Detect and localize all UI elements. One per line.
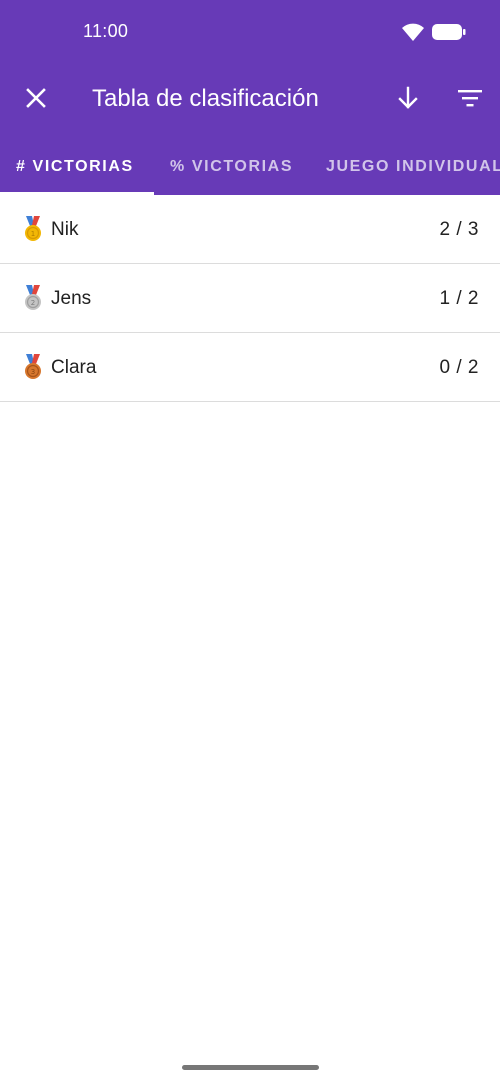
player-name: Jens <box>51 288 92 309</box>
leaderboard-row[interactable]: 2 Jens 1 / 2 <box>0 264 500 333</box>
arrow-down-icon <box>397 86 419 115</box>
svg-text:1: 1 <box>31 230 35 238</box>
svg-text:2: 2 <box>31 299 35 307</box>
filter-icon <box>458 89 482 112</box>
status-time: 11:00 <box>83 21 129 41</box>
app-bar: 11:00 Tabla de clasificación # VICTORIAS… <box>0 0 500 195</box>
toolbar: Tabla de clasificación <box>0 62 500 138</box>
close-button[interactable] <box>12 76 60 124</box>
sort-button[interactable] <box>384 76 432 124</box>
silver-medal-icon: 2 <box>23 285 43 311</box>
tab-bar: # VICTORIAS % VICTORIAS JUEGO INDIVIDUAL <box>0 138 500 195</box>
leaderboard-row[interactable]: 1 Nik 2 / 3 <box>0 195 500 264</box>
player-score: 2 / 3 <box>439 219 479 240</box>
page-title: Tabla de clasificación <box>92 85 319 112</box>
battery-icon <box>432 23 466 46</box>
tab-number-of-wins[interactable]: # VICTORIAS <box>16 138 134 195</box>
player-name: Nik <box>51 219 79 240</box>
close-icon <box>25 87 47 114</box>
leaderboard-list: 1 Nik 2 / 3 2 Jens 1 / 2 3 Clara 0 / 2 <box>0 195 500 402</box>
bronze-medal-icon: 3 <box>23 354 43 380</box>
filter-button[interactable] <box>446 76 494 124</box>
player-name: Clara <box>51 357 97 378</box>
gold-medal-icon: 1 <box>23 216 43 242</box>
status-icons <box>401 22 466 47</box>
home-indicator[interactable] <box>182 1065 319 1070</box>
status-bar: 11:00 <box>0 0 500 62</box>
player-score: 1 / 2 <box>439 288 479 309</box>
svg-text:3: 3 <box>31 368 35 376</box>
leaderboard-row[interactable]: 3 Clara 0 / 2 <box>0 333 500 402</box>
wifi-icon <box>401 22 425 47</box>
player-score: 0 / 2 <box>439 357 479 378</box>
tab-win-percentage[interactable]: % VICTORIAS <box>170 138 293 195</box>
tab-single-game[interactable]: JUEGO INDIVIDUAL <box>326 138 500 195</box>
